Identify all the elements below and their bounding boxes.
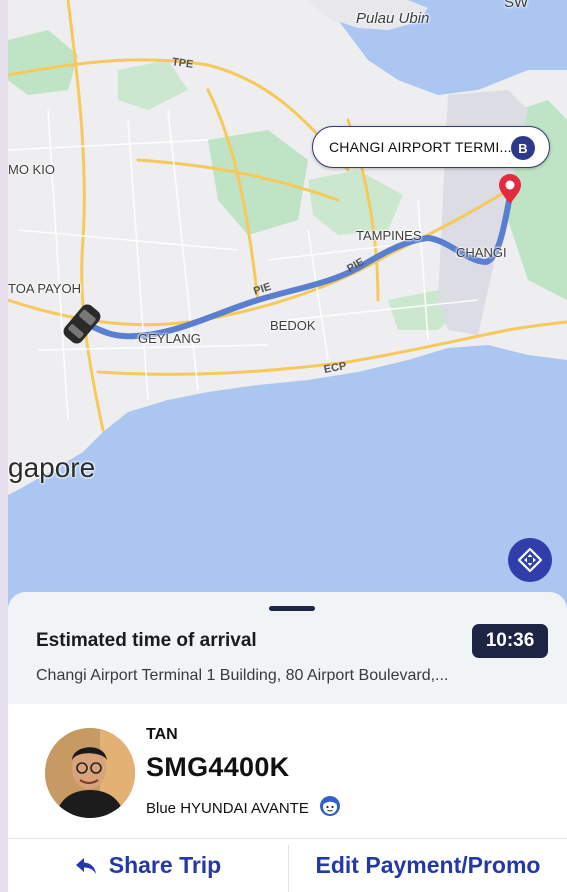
eta-panel: Estimated time of arrival 10:36 Changi A… bbox=[8, 592, 567, 704]
map-label-singapore: gapore bbox=[8, 452, 96, 483]
destination-chip[interactable]: CHANGI AIRPORT TERMI... B bbox=[312, 126, 550, 168]
trip-actions: Share Trip Edit Payment/Promo bbox=[8, 839, 567, 892]
share-arrow-icon bbox=[75, 857, 97, 875]
map-label-geylang: GEYLANG bbox=[138, 331, 201, 346]
driver-face-icon bbox=[319, 795, 341, 821]
trip-bottom-sheet: Estimated time of arrival 10:36 Changi A… bbox=[8, 592, 567, 892]
app-frame: Pulau Ubin SW MO KIO TOA PAYOH GEYLANG B… bbox=[8, 0, 567, 892]
eta-time-badge: 10:36 bbox=[472, 624, 548, 658]
recenter-icon bbox=[517, 547, 543, 573]
vehicle-plate: SMG4400K bbox=[146, 752, 290, 782]
map-label-bedok: BEDOK bbox=[270, 318, 316, 333]
driver-avatar bbox=[45, 728, 135, 818]
eta-title: Estimated time of arrival bbox=[36, 630, 257, 651]
sheet-drag-handle[interactable] bbox=[269, 606, 315, 611]
destination-badge: B bbox=[511, 136, 535, 160]
destination-chip-label: CHANGI AIRPORT TERMI... bbox=[329, 139, 512, 155]
map-label-mo-kio: MO KIO bbox=[8, 162, 55, 177]
recenter-button[interactable] bbox=[508, 538, 552, 582]
map-label-changi: CHANGI bbox=[456, 245, 507, 260]
map-view[interactable]: Pulau Ubin SW MO KIO TOA PAYOH GEYLANG B… bbox=[8, 0, 567, 640]
destination-address: Changi Airport Terminal 1 Building, 80 A… bbox=[36, 667, 449, 684]
driver-name: TAN bbox=[146, 726, 178, 743]
share-trip-button[interactable]: Share Trip bbox=[8, 839, 288, 892]
edit-payment-promo-button[interactable]: Edit Payment/Promo bbox=[289, 839, 567, 892]
vehicle-description: Blue HYUNDAI AVANTE bbox=[146, 795, 341, 821]
vehicle-model: Blue HYUNDAI AVANTE bbox=[146, 799, 309, 817]
map-label-tampines: TAMPINES bbox=[356, 228, 422, 243]
map-label-top-right: SW bbox=[504, 0, 529, 11]
driver-info[interactable]: TAN SMG4400K Blue HYUNDAI AVANTE bbox=[8, 704, 567, 838]
edit-payment-promo-label: Edit Payment/Promo bbox=[315, 852, 541, 878]
map-label-toa-payoh: TOA PAYOH bbox=[8, 281, 81, 296]
map-label-pulau-ubin: Pulau Ubin bbox=[356, 10, 430, 27]
share-trip-label: Share Trip bbox=[108, 852, 222, 878]
